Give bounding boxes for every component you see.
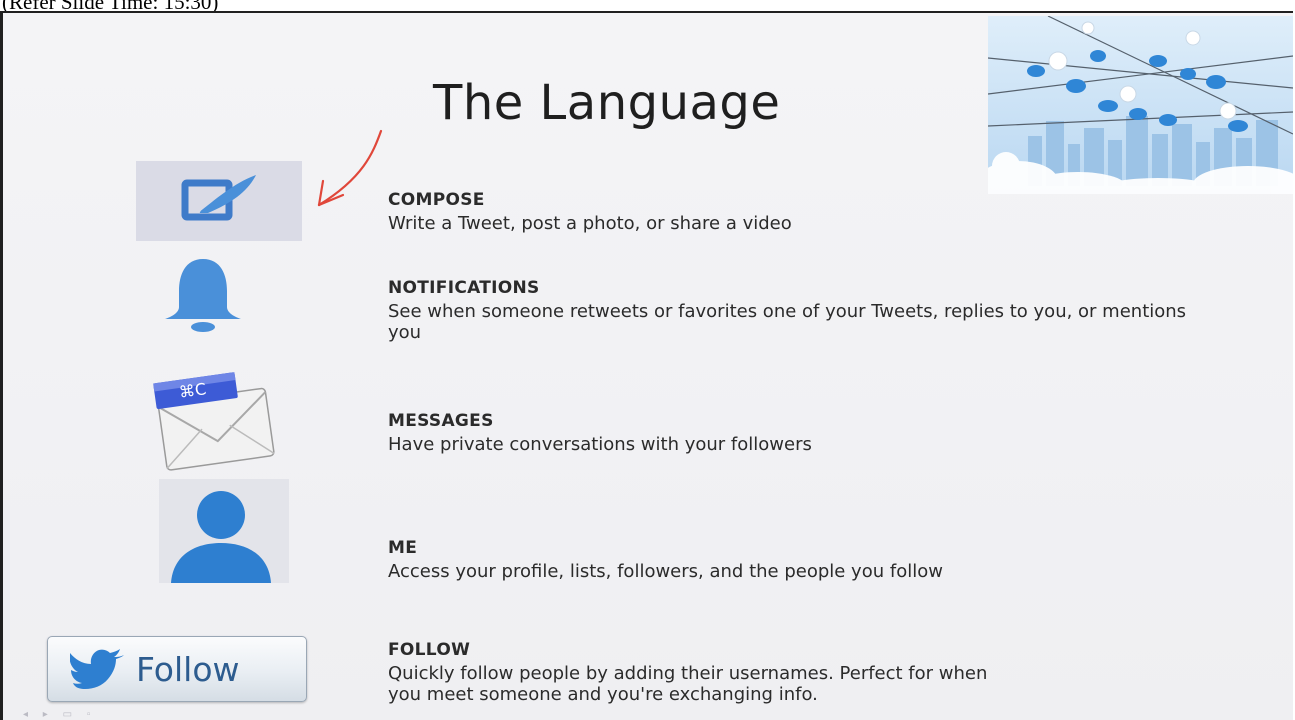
follow-heading: FOLLOW [388, 640, 471, 660]
messages-heading: MESSAGES [388, 411, 494, 431]
bird-icon [70, 649, 124, 689]
compose-description: Write a Tweet, post a photo, or share a … [388, 213, 792, 234]
me-heading: ME [388, 538, 418, 558]
me-description: Access your profile, lists, followers, a… [388, 561, 943, 582]
notifications-description: See when someone retweets or favorites o… [388, 301, 1187, 343]
follow-button-label: Follow [136, 649, 240, 689]
compose-heading: COMPOSE [388, 190, 485, 210]
messages-description: Have private conversations with your fol… [388, 434, 812, 455]
compose-icon-box [136, 161, 302, 241]
me-item: ME Access your profile, lists, followers… [388, 538, 1248, 582]
envelope-icon [153, 372, 275, 471]
follow-button[interactable]: Follow [47, 636, 307, 702]
slide-title: The Language [433, 75, 781, 131]
slide-controls-decoration: ◂ ▸ ▭ ▫ [23, 709, 97, 720]
annotation-arrow [317, 129, 383, 207]
notifications-heading: NOTIFICATIONS [388, 278, 540, 298]
birds-banner-image [988, 16, 1293, 194]
compose-icon [181, 175, 256, 221]
person-icon-box [159, 479, 289, 583]
notifications-item: NOTIFICATIONS See when someone retweets … [388, 278, 1248, 343]
bell-icon-box [153, 251, 253, 341]
messages-item: MESSAGES Have private conversations with… [388, 411, 1248, 455]
bell-icon [165, 259, 241, 332]
slide: The Language ⌘C Follow COMPOSE Write a T… [0, 11, 1293, 720]
mail-key-label: ⌘C [177, 379, 208, 402]
envelope-icon-box: ⌘C [151, 361, 283, 473]
follow-description: Quickly follow people by adding their us… [388, 663, 988, 705]
compose-item: COMPOSE Write a Tweet, post a photo, or … [388, 190, 1248, 234]
person-icon [171, 491, 271, 583]
follow-item: FOLLOW Quickly follow people by adding t… [388, 640, 1248, 705]
